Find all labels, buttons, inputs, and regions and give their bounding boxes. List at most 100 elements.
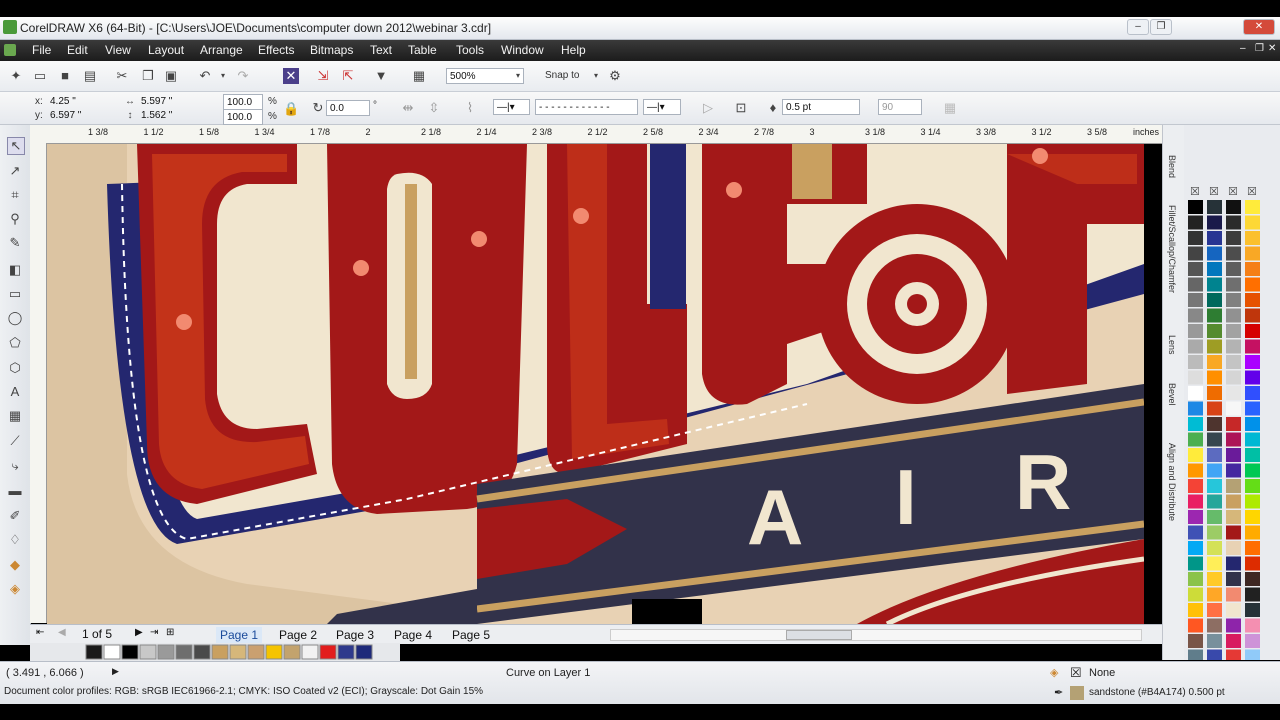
palette-swatch[interactable]	[1188, 525, 1203, 540]
save-icon[interactable]: ■	[57, 68, 73, 84]
palette-swatch[interactable]	[1207, 525, 1222, 540]
palette-swatch[interactable]	[1226, 510, 1241, 524]
palette-swatch[interactable]	[1245, 293, 1260, 307]
palette-swatch[interactable]	[1207, 587, 1222, 602]
palette-swatch[interactable]	[1188, 649, 1203, 664]
palette-swatch[interactable]	[1188, 386, 1203, 400]
miter-limit-field[interactable]: 90	[878, 99, 922, 115]
scrollbar-thumb[interactable]	[786, 630, 852, 640]
page-tab-5[interactable]: Page 5	[448, 627, 494, 643]
menu-text[interactable]: Text	[370, 43, 392, 57]
palette-swatch[interactable]	[1207, 246, 1222, 261]
height-field[interactable]: 1.562 "	[138, 108, 208, 124]
palette-swatch[interactable]	[1226, 246, 1241, 261]
last-page-icon[interactable]: ⇥	[150, 627, 158, 638]
palette-swatch[interactable]	[1226, 494, 1241, 509]
freehand-tool-icon[interactable]: ✎	[7, 235, 23, 251]
palette-swatch[interactable]	[1226, 556, 1241, 571]
text-tool-icon[interactable]: A	[7, 384, 23, 400]
document-palette-swatch[interactable]	[157, 644, 175, 660]
palette-swatch[interactable]	[1207, 386, 1222, 400]
palette-swatch[interactable]	[1245, 618, 1260, 633]
document-palette-swatch[interactable]	[301, 644, 319, 660]
palette-swatch[interactable]	[1245, 510, 1260, 524]
document-palette-swatches[interactable]	[30, 643, 400, 661]
palette-swatch[interactable]	[1188, 556, 1203, 571]
reverse-direction-icon[interactable]: ▷	[700, 100, 716, 116]
palette-swatch[interactable]	[1226, 231, 1241, 245]
palette-swatch[interactable]	[1207, 308, 1222, 323]
palette-swatch[interactable]	[1207, 479, 1222, 493]
palette-swatch[interactable]	[1245, 649, 1260, 664]
palette-swatch[interactable]	[1245, 355, 1260, 369]
palette-swatch[interactable]	[1226, 339, 1241, 354]
palette-swatch[interactable]	[1188, 200, 1203, 214]
menu-close-icon[interactable]: ✕	[1268, 43, 1276, 54]
page-tab-3[interactable]: Page 3	[332, 627, 378, 643]
palette-swatch[interactable]	[1188, 370, 1203, 385]
palette-swatch[interactable]	[1245, 448, 1260, 462]
palette-swatch[interactable]	[1207, 417, 1222, 431]
palette-swatch[interactable]	[1188, 417, 1203, 431]
basic-shapes-icon[interactable]: ⬡	[7, 360, 23, 376]
interactive-tool-icon[interactable]: ▬	[7, 483, 23, 499]
menu-layout[interactable]: Layout	[148, 43, 184, 57]
shape-tool-icon[interactable]: ↗	[7, 163, 23, 179]
palette-swatch[interactable]	[1226, 277, 1241, 292]
y-position-field[interactable]: 6.597 "	[47, 108, 117, 124]
palette-swatch[interactable]	[1226, 293, 1241, 307]
palette-swatch[interactable]	[1207, 231, 1222, 245]
application-launcher-icon[interactable]: ▼	[373, 68, 389, 84]
palette-swatch[interactable]	[1245, 277, 1260, 292]
palette-swatch[interactable]	[1226, 324, 1241, 338]
palette-swatch[interactable]	[1188, 262, 1203, 276]
palette-swatch[interactable]	[1207, 401, 1222, 416]
snap-dropdown-icon[interactable]: ▾	[588, 68, 604, 84]
palette-swatch[interactable]	[1245, 262, 1260, 276]
document-palette-swatch[interactable]	[283, 644, 301, 660]
palette-swatch[interactable]	[1188, 293, 1203, 307]
restore-button[interactable]: ❐	[1150, 19, 1172, 35]
interactive-fill-icon[interactable]: ◈	[7, 581, 23, 597]
export-icon[interactable]: ⇱	[340, 68, 356, 84]
palette-swatch[interactable]	[1245, 370, 1260, 385]
palette-swatch[interactable]	[1245, 215, 1260, 230]
document-palette-swatch[interactable]	[247, 644, 265, 660]
palette-swatch[interactable]	[1245, 200, 1260, 214]
start-arrowhead-select[interactable]: —|▾	[493, 99, 530, 115]
document-palette-swatch[interactable]	[85, 644, 103, 660]
palette-swatch[interactable]	[1226, 603, 1241, 617]
palette-swatch[interactable]	[1207, 494, 1222, 509]
palette-swatch[interactable]	[1226, 587, 1241, 602]
rectangle-tool-icon[interactable]: ▭	[7, 286, 23, 302]
page-tab-4[interactable]: Page 4	[390, 627, 436, 643]
line-style-select[interactable]: - - - - - - - - - - - -	[535, 99, 638, 115]
dimension-tool-icon[interactable]: ⟋	[7, 433, 23, 449]
palette-swatch[interactable]	[1188, 572, 1203, 586]
palette-swatch[interactable]	[1245, 386, 1260, 400]
add-page-icon[interactable]: ⊞	[166, 627, 174, 638]
no-color-swatch-icon[interactable]: ☒	[1228, 186, 1238, 198]
palette-swatch[interactable]	[1207, 649, 1222, 664]
palette-swatch[interactable]	[1245, 463, 1260, 478]
palette-swatch[interactable]	[1188, 231, 1203, 245]
mirror-vertical-icon[interactable]: ⇳	[426, 100, 442, 116]
document-palette-swatch[interactable]	[355, 644, 373, 660]
palette-swatch[interactable]	[1245, 339, 1260, 354]
palette-swatch[interactable]	[1226, 463, 1241, 478]
palette-swatch[interactable]	[1226, 200, 1241, 214]
docker-tab-align[interactable]: Align and Distribute	[1167, 443, 1177, 521]
crop-tool-icon[interactable]: ⌗	[7, 187, 23, 203]
connector-tool-icon[interactable]: ⤷	[7, 458, 23, 474]
menu-view[interactable]: View	[105, 43, 131, 57]
first-page-icon[interactable]: ⇤	[36, 627, 44, 638]
mirror-horizontal-icon[interactable]: ⇹	[400, 100, 416, 116]
minimize-button[interactable]: –	[1127, 19, 1149, 35]
palette-swatch[interactable]	[1245, 246, 1260, 261]
palette-swatch[interactable]	[1188, 339, 1203, 354]
palette-swatch[interactable]	[1188, 463, 1203, 478]
palette-swatch[interactable]	[1207, 200, 1222, 214]
palette-swatch[interactable]	[1226, 308, 1241, 323]
palette-swatch[interactable]	[1188, 246, 1203, 261]
welcome-screen-icon[interactable]: ▦	[411, 68, 427, 84]
